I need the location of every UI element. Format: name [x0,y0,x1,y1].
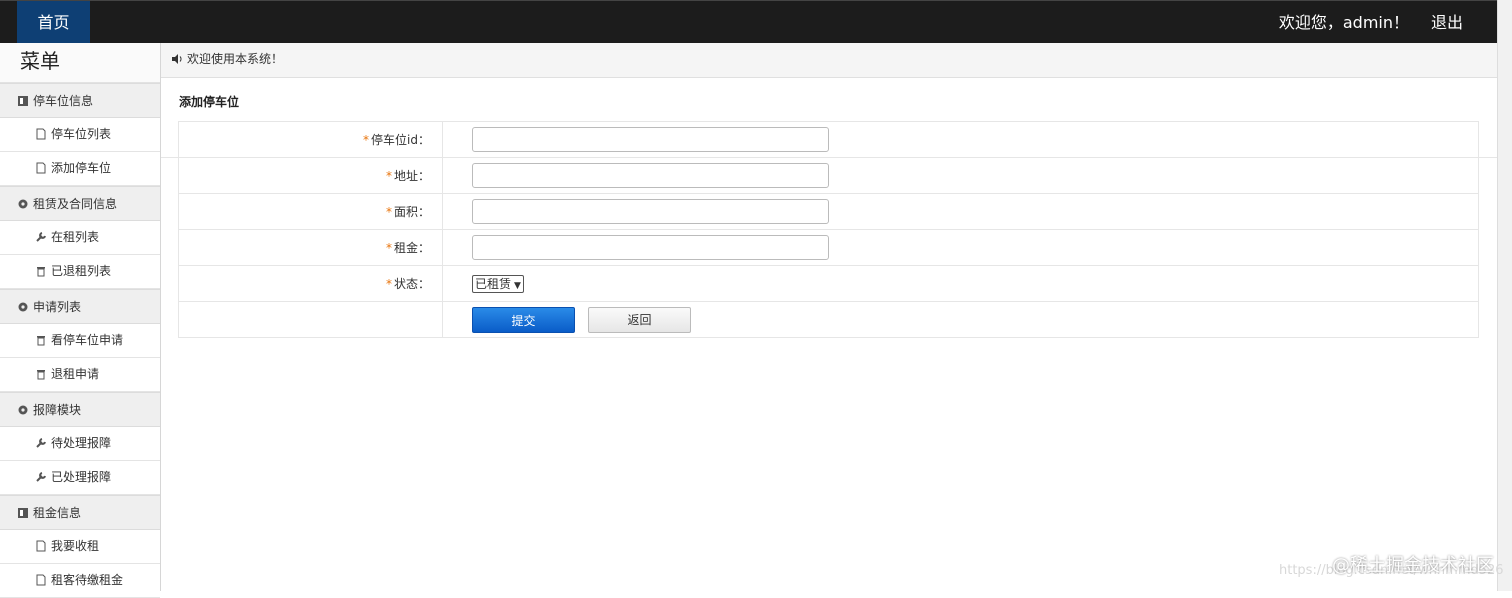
book-icon [17,95,29,107]
sidebar-item-collect-rent[interactable]: 我要收租 [0,530,160,564]
gear-icon [17,404,29,416]
area-input[interactable] [472,199,829,224]
sidebar-item-add-parking[interactable]: 添加停车位 [0,152,160,186]
trash-icon [35,334,47,346]
actions-cell: 提交 返回 [442,301,1479,338]
notice-bar: 欢迎使用本系统！ [161,43,1497,78]
field-label-cell: * 租金： [178,229,443,266]
wrench-icon [35,231,47,243]
sidebar-item-label: 添加停车位 [51,161,112,175]
required-marker: * [385,169,392,183]
sidebar-group-lease-info[interactable]: 租赁及合同信息 [0,186,160,221]
empty-cell [178,301,443,338]
add-parking-form: * 停车位id： * 地址： * 面积： * 租金： * 状态： 已租赁 ▼ 提交 返回 [178,121,1479,338]
trash-icon [35,265,47,277]
sidebar-item-parking-list[interactable]: 停车位列表 [0,118,160,152]
form-row-rent: * 租金： [178,229,1479,266]
field-cell [442,157,1479,194]
field-label: 地址： [393,169,430,183]
sidebar-item-pending-faults[interactable]: 待处理报障 [0,427,160,461]
required-marker: * [385,205,392,219]
sidebar-group-label: 租金信息 [33,506,82,520]
file-icon [35,574,47,586]
rent-input[interactable] [472,235,829,260]
sidebar-item-label: 看停车位申请 [51,333,124,347]
sidebar-group-applications[interactable]: 申请列表 [0,289,160,324]
form-row-actions: 提交 返回 [178,301,1479,338]
field-cell [442,193,1479,230]
sidebar-group-parking-info[interactable]: 停车位信息 [0,83,160,118]
wrench-icon [35,437,47,449]
sidebar-item-ended-list[interactable]: 已退租列表 [0,255,160,289]
sidebar-group-label: 停车位信息 [33,94,94,108]
status-select[interactable]: 已租赁 ▼ [472,274,524,293]
sidebar-item-view-applications[interactable]: 看停车位申请 [0,324,160,358]
parking-id-input[interactable] [472,127,829,152]
form-title: 添加停车位 [179,95,240,109]
sidebar-item-label: 我要收租 [51,539,100,553]
sidebar-group-label: 报障模块 [33,403,82,417]
sidebar-group-faults[interactable]: 报障模块 [0,392,160,427]
status-selected-value: 已租赁 [475,276,512,291]
page-scrollbar[interactable] [1497,0,1512,591]
logout-link[interactable]: 退出 [1431,1,1463,44]
divider [161,157,1497,158]
sidebar-item-handled-faults[interactable]: 已处理报障 [0,461,160,495]
welcome-text: 欢迎您，admin！ [1278,13,1409,32]
form-row-id: * 停车位id： [178,121,1479,158]
sidebar-item-label: 已处理报障 [51,470,112,484]
notice-text: 欢迎使用本系统！ [187,52,284,66]
sidebar-group-rent-info[interactable]: 租金信息 [0,495,160,530]
sidebar: 菜单 停车位信息 停车位列表 添加停车位 租赁及合同信息 在租列表 已退租列表 … [0,43,161,598]
sidebar-item-label: 退租申请 [51,367,100,381]
field-label-cell: * 面积： [178,193,443,230]
field-label: 状态： [393,277,430,291]
sidebar-item-cancel-applications[interactable]: 退租申请 [0,358,160,392]
book-icon [17,507,29,519]
trash-icon [35,368,47,380]
sidebar-item-label: 待处理报障 [51,436,112,450]
gear-icon [17,301,29,313]
watermark: @稀土掘金技术社区 [1332,555,1494,576]
home-tab[interactable]: 首页 [17,1,90,44]
form-row-status: * 状态： 已租赁 ▼ [178,265,1479,302]
volume-icon [171,53,183,65]
sidebar-item-label: 停车位列表 [51,127,112,141]
field-cell: 已租赁 ▼ [442,265,1479,302]
required-marker: * [363,133,370,147]
sidebar-item-label: 已退租列表 [51,264,112,278]
top-navbar: 首页 欢迎您，admin！ 退出 [0,0,1497,44]
submit-button[interactable]: 提交 [472,306,575,333]
field-cell [442,229,1479,266]
field-label: 面积： [393,205,430,219]
field-label-cell: * 状态： [178,265,443,302]
file-icon [35,128,47,140]
menu-title: 菜单 [0,43,160,83]
wrench-icon [35,471,47,483]
field-cell [442,121,1479,158]
file-icon [35,540,47,552]
field-label: 租金： [393,241,430,255]
sidebar-item-tenant-unpaid[interactable]: 租客待缴租金 [0,564,160,598]
chevron-down-icon: ▼ [514,280,521,291]
file-icon [35,162,47,174]
required-marker: * [385,277,392,291]
sidebar-item-renting-list[interactable]: 在租列表 [0,221,160,255]
sidebar-item-label: 在租列表 [51,230,100,244]
address-input[interactable] [472,163,829,188]
form-row-address: * 地址： [178,157,1479,194]
back-button[interactable]: 返回 [588,306,691,333]
form-row-area: * 面积： [178,193,1479,230]
field-label-cell: * 地址： [178,157,443,194]
sidebar-group-label: 租赁及合同信息 [33,197,118,211]
gear-icon [17,198,29,210]
sidebar-group-label: 申请列表 [33,300,82,314]
sidebar-item-label: 租客待缴租金 [51,573,124,587]
field-label-cell: * 停车位id： [178,121,443,158]
field-label: 停车位id： [371,133,430,147]
required-marker: * [385,241,392,255]
